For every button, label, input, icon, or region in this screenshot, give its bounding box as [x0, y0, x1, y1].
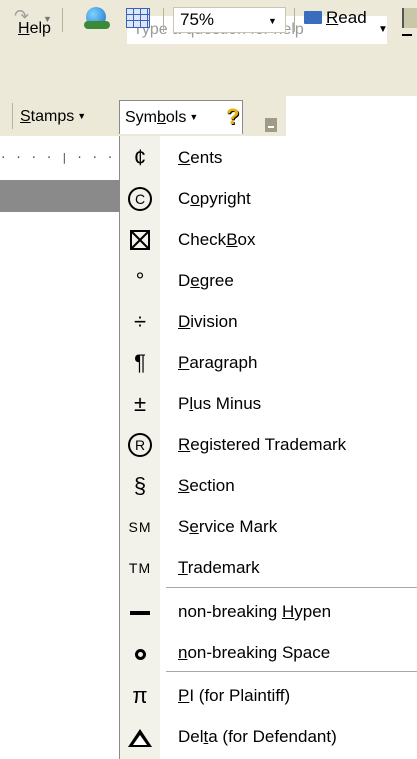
menu-item-label: Trademark [178, 558, 260, 577]
plus-minus-icon: ± [133, 391, 147, 416]
menu-item-label: Plus Minus [178, 394, 262, 413]
degree-icon: ° [135, 268, 145, 293]
menu-item-label: non-breaking Space [178, 643, 331, 662]
registered-trademark-icon: R [120, 425, 160, 465]
menu-item-delta-defendant[interactable]: Delta (for Defendant) [120, 717, 417, 757]
checkbox-icon [120, 220, 160, 260]
symbols-dropdown-menu: ¢ Cents C Copyright CheckBox ° Degree ÷ Division… [119, 136, 417, 759]
pi-plaintiff-icon: π [132, 683, 148, 708]
menu-item-label: Section [178, 476, 235, 495]
symbols-accel: b [157, 109, 166, 126]
redo-dropdown-icon[interactable]: ▼ [43, 14, 52, 24]
menu-item-non-breaking-space[interactable]: non-breaking Space [120, 633, 417, 673]
menu-item-label: Division [178, 312, 238, 331]
menu-item-label: Paragraph [178, 353, 258, 372]
toolbar-separator [62, 8, 63, 32]
menu-item-non-breaking-hyphen[interactable]: non-breaking Hypen [120, 592, 417, 632]
service-mark-icon: SM [128, 519, 152, 535]
toolbar-separator [163, 8, 164, 32]
read-accel: R [326, 8, 339, 27]
non-breaking-hyphen-icon [120, 592, 160, 632]
ask-dropdown-arrow-icon[interactable]: ▼ [378, 24, 388, 35]
menu-item-service-mark[interactable]: SM Service Mark [120, 507, 417, 547]
trademark-icon: TM [128, 560, 152, 576]
menu-item-label: Cents [178, 148, 223, 167]
book-icon [304, 11, 322, 24]
symbols-menu-button[interactable]: Symbols ▼ [119, 100, 243, 134]
ruler: · · · · | · · · [0, 139, 122, 177]
menu-item-label: Degree [178, 271, 234, 290]
menu-item-section[interactable]: § Section [120, 466, 417, 506]
copyright-icon: C [120, 179, 160, 219]
menu-item-label: Copyright [178, 189, 251, 208]
menu-item-copyright[interactable]: C Copyright [120, 179, 417, 219]
read-rest: ead [338, 8, 367, 27]
pen-icon[interactable] [402, 8, 417, 28]
menu-item-degree[interactable]: ° Degree [120, 261, 417, 301]
menu-item-checkbox[interactable]: CheckBox [120, 220, 417, 260]
redo-icon[interactable]: ↷ [14, 6, 29, 27]
menu-item-label: Delta (for Defendant) [178, 727, 337, 746]
menu-item-pi-plaintiff[interactable]: π PI (for Plaintiff) [120, 676, 417, 716]
menu-item-registered-trademark[interactable]: R Registered Trademark [120, 425, 417, 465]
menu-item-label: non-breaking Hypen [178, 602, 332, 621]
insert-table-icon[interactable] [126, 8, 150, 28]
paragraph-icon: ¶ [134, 350, 146, 375]
non-breaking-space-icon [120, 633, 160, 673]
hyperlink-globe-icon[interactable] [84, 7, 110, 29]
stamps-dropdown-icon: ▼ [77, 111, 87, 121]
help-question-icon[interactable]: ? [226, 104, 239, 130]
menu-item-plus-minus[interactable]: ± Plus Minus [120, 384, 417, 424]
menu-item-label: Registered Trademark [178, 435, 347, 454]
menu-item-division[interactable]: ÷ Division [120, 302, 417, 342]
delta-defendant-icon [120, 717, 160, 757]
symbols-post: ols [165, 109, 187, 126]
toolbar-separator [12, 103, 13, 129]
menu-item-cents[interactable]: ¢ Cents [120, 138, 417, 178]
standard-toolbar [0, 56, 417, 96]
toolbar-options-grip-icon[interactable] [265, 118, 277, 132]
read-button[interactable]: Read [304, 8, 367, 28]
symbols-dropdown-icon: ▼ [189, 112, 199, 122]
menu-item-label: PI (for Plaintiff) [178, 686, 291, 705]
stamps-accel: S [20, 108, 31, 125]
zoom-dropdown-arrow-icon[interactable]: ▼ [268, 16, 277, 26]
stamps-rest: tamps [30, 108, 75, 125]
menu-separator [166, 671, 417, 672]
symbols-pre: Sym [125, 109, 157, 126]
menu-item-trademark[interactable]: TM Trademark [120, 548, 417, 588]
division-icon: ÷ [133, 309, 147, 334]
menu-separator [166, 587, 417, 588]
cents-icon: ¢ [133, 145, 147, 170]
menu-item-paragraph[interactable]: ¶ Paragraph [120, 343, 417, 383]
stamps-menu-button[interactable]: Stamps ▼ [20, 108, 86, 126]
document-area [0, 180, 122, 212]
section-icon: § [133, 473, 147, 498]
menu-item-label: CheckBox [178, 230, 256, 249]
toolbar-separator [294, 8, 295, 32]
menu-item-label: Service Mark [178, 517, 278, 536]
